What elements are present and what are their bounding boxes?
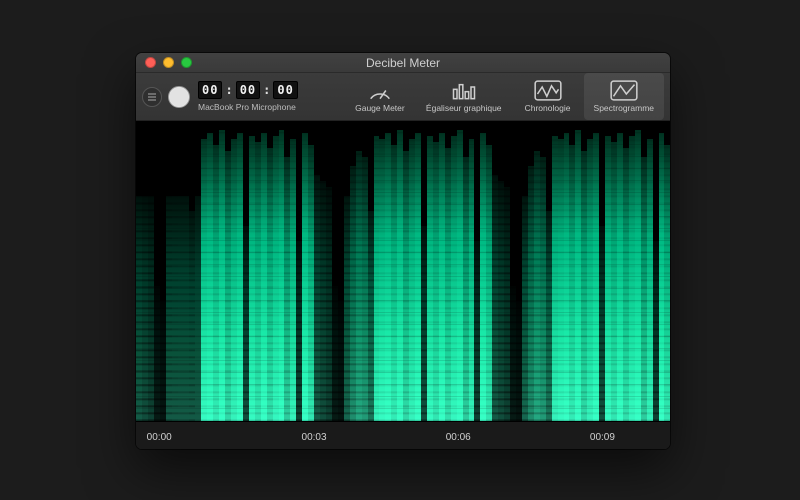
- minimize-icon[interactable]: [163, 57, 174, 68]
- tab-equalizer[interactable]: Égaliseur graphique: [416, 73, 512, 120]
- timer-sep: :: [224, 83, 233, 97]
- timer-display: 00 : 00 : 00 MacBook Pro Microphone: [198, 81, 298, 112]
- tab-spectrogram[interactable]: Spectrogramme: [584, 73, 664, 120]
- window-controls: [136, 57, 192, 68]
- close-icon[interactable]: [145, 57, 156, 68]
- menu-icon: [146, 91, 158, 103]
- spectrogram-column: [664, 121, 670, 421]
- titlebar[interactable]: Decibel Meter: [136, 53, 670, 73]
- zoom-icon[interactable]: [181, 57, 192, 68]
- timer-hh: 00: [198, 81, 222, 99]
- tab-chronology[interactable]: Chronologie: [512, 73, 584, 120]
- settings-button[interactable]: [142, 87, 162, 107]
- time-tick: 00:09: [590, 432, 615, 443]
- tab-label: Égaliseur graphique: [426, 103, 502, 113]
- time-tick: 00:03: [302, 432, 327, 443]
- spectro-icon: [610, 81, 638, 101]
- tab-label: Gauge Meter: [355, 103, 405, 113]
- timer-mm: 00: [236, 81, 260, 99]
- time-tick: 00:00: [147, 432, 172, 443]
- tab-label: Chronologie: [525, 103, 571, 113]
- record-button[interactable]: [168, 86, 190, 108]
- spectrogram-view[interactable]: [136, 121, 670, 421]
- time-axis: 00:00 00:03 00:06 00:09: [136, 421, 670, 449]
- toolbar: 00 : 00 : 00 MacBook Pro Microphone Gaug…: [136, 73, 670, 121]
- tab-label: Spectrogramme: [594, 103, 654, 113]
- tab-gauge[interactable]: Gauge Meter: [344, 73, 416, 120]
- timer-sep: :: [262, 83, 271, 97]
- wave-icon: [534, 81, 562, 101]
- input-source-label[interactable]: MacBook Pro Microphone: [198, 102, 296, 112]
- window-title: Decibel Meter: [136, 56, 670, 70]
- time-tick: 00:06: [446, 432, 471, 443]
- bars-icon: [450, 81, 478, 101]
- timer-ss: 00: [273, 81, 297, 99]
- app-window: Decibel Meter 00 : 00 : 00 MacBoo: [136, 53, 670, 449]
- gauge-icon: [366, 81, 394, 101]
